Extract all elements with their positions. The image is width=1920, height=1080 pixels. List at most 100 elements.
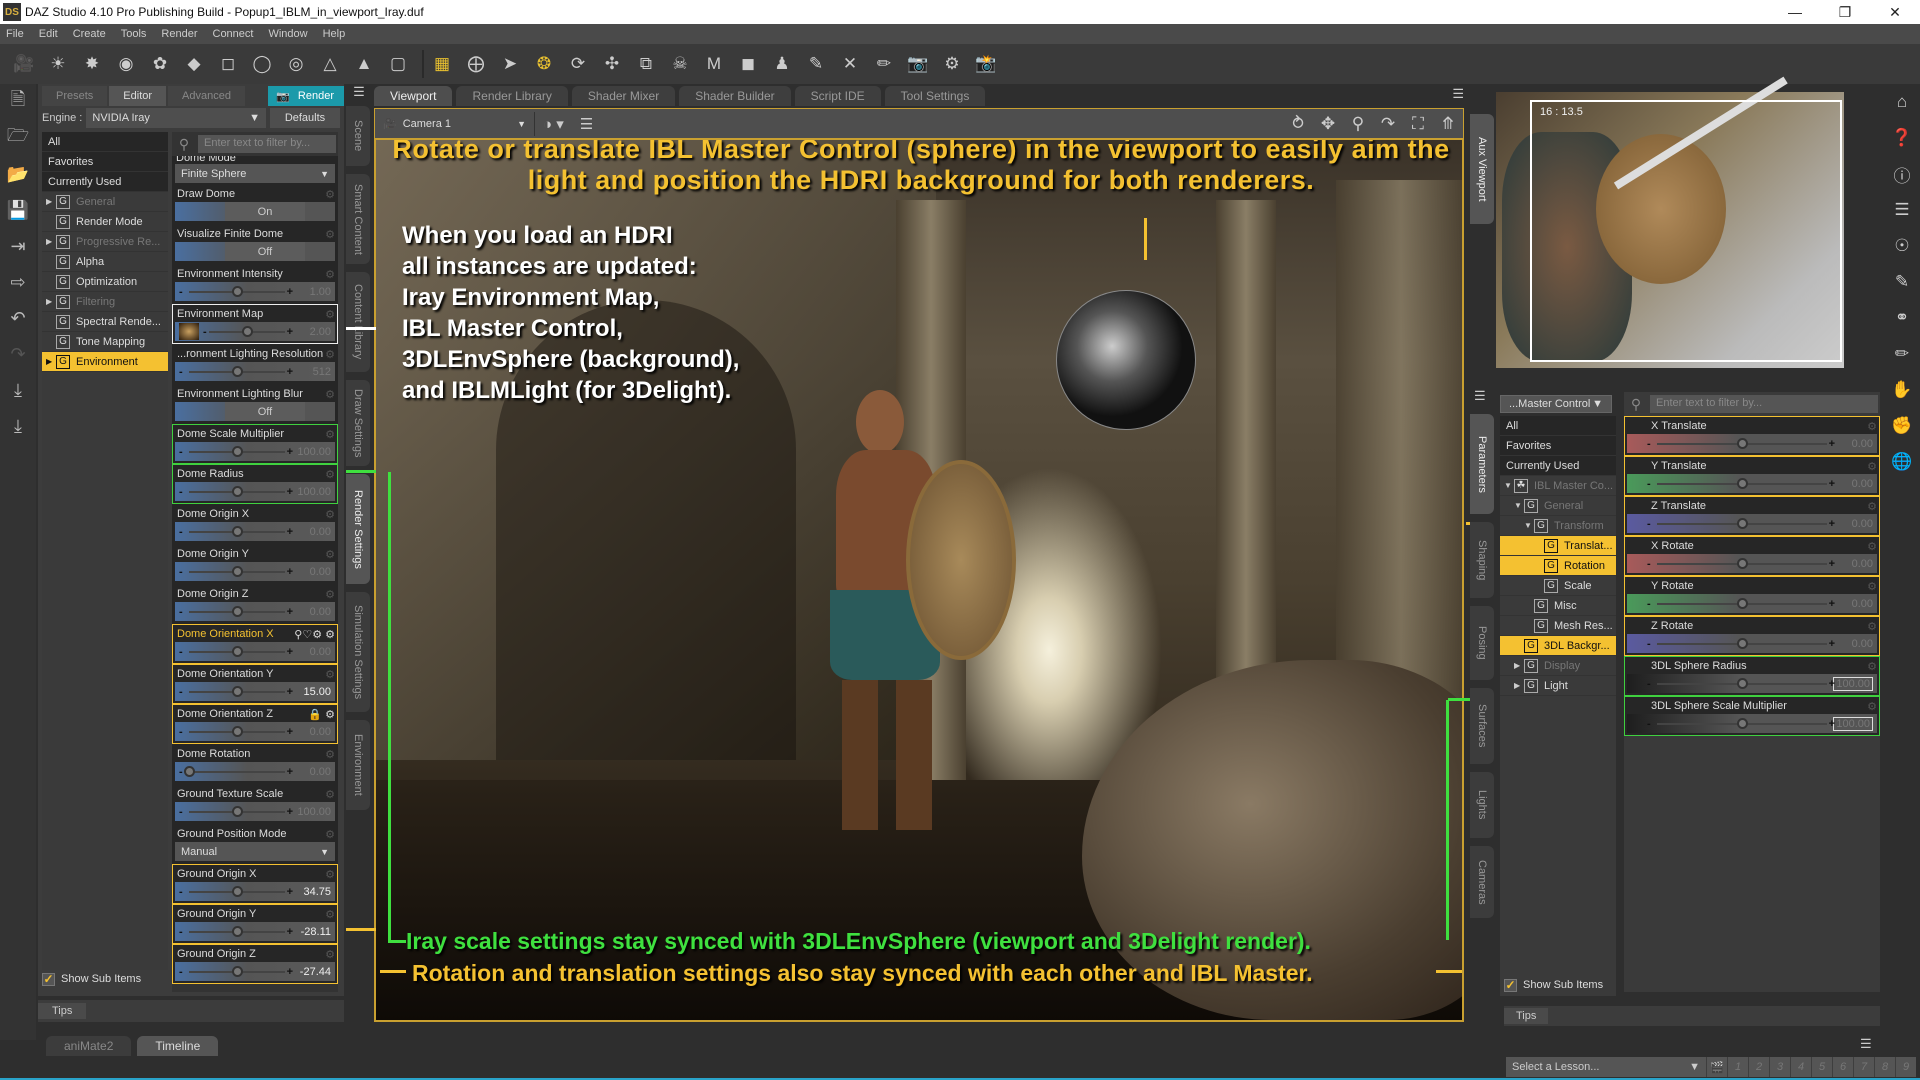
menu-create[interactable]: Create — [71, 28, 108, 40]
daz-home-icon[interactable]: ⌂ — [1884, 84, 1920, 120]
property-slider[interactable]: - +0.00 — [175, 722, 335, 741]
environment-map-thumbnail[interactable] — [179, 323, 199, 340]
gear-icon[interactable]: ⚙ — [325, 588, 335, 601]
property-value[interactable]: 0.00 — [1852, 478, 1873, 490]
decrement-icon[interactable]: - — [1647, 638, 1657, 650]
gear-icon[interactable]: ⚙ — [325, 428, 335, 441]
property-slider[interactable]: - +0.00 — [1627, 634, 1877, 653]
tab-tool-settings[interactable]: Tool Settings — [884, 86, 986, 106]
close-button[interactable]: ✕ — [1870, 0, 1920, 24]
property-slider[interactable]: - +100.00 — [175, 442, 335, 461]
gear-icon[interactable]: ⚙ — [1867, 500, 1877, 513]
lesson-step-button[interactable]: 3 — [1769, 1057, 1790, 1077]
universal-tool-icon[interactable]: ⨁ — [462, 50, 490, 78]
gear-icon[interactable]: ⚙ — [1867, 700, 1877, 713]
group-item[interactable]: All — [1500, 416, 1616, 436]
zoom-icon[interactable]: ⚲ — [1343, 114, 1373, 134]
tab-presets[interactable]: Presets — [42, 86, 108, 106]
new-camera-icon[interactable]: 🎥 — [10, 50, 38, 78]
figure-edit-icon[interactable]: ✎ — [1884, 264, 1920, 300]
new-group-icon[interactable]: ◯ — [248, 50, 276, 78]
group-item[interactable]: ▶ G Display — [1500, 656, 1616, 676]
increment-icon[interactable]: + — [287, 486, 293, 498]
property-value[interactable]: 0.00 — [1852, 558, 1873, 570]
group-item[interactable]: ▶ G Light — [1500, 676, 1616, 696]
group-item[interactable]: ▶ G Environment — [42, 352, 168, 372]
orbit-icon[interactable]: ⥁ — [1283, 114, 1313, 134]
toggle-switch[interactable]: Off — [175, 242, 335, 261]
group-item[interactable]: ▶ G Filtering — [42, 292, 168, 312]
property-slider[interactable]: - +100.00 — [1627, 674, 1877, 693]
gear-icon[interactable]: ⚙ — [325, 908, 335, 921]
layers-icon[interactable]: ☰ — [1884, 192, 1920, 228]
menu-edit[interactable]: Edit — [37, 28, 60, 40]
property-value[interactable]: 0.00 — [310, 646, 331, 658]
dropdown-select[interactable]: Manual ▼ — [175, 842, 335, 861]
decrement-icon[interactable]: - — [179, 926, 189, 938]
group-item[interactable]: G Translat... — [1500, 536, 1616, 556]
open-file-icon[interactable]: 🗁 — [0, 120, 36, 156]
slider-knob[interactable] — [1737, 438, 1748, 449]
property-slider[interactable]: - +2.00 — [175, 322, 335, 341]
active-pose-tool-icon[interactable]: ❂ — [530, 50, 558, 78]
viewport-3d-scene[interactable]: Rotate or translate IBL Master Control (… — [374, 138, 1464, 1022]
shield-prop[interactable] — [906, 460, 1016, 660]
increment-icon[interactable]: + — [1829, 558, 1835, 570]
redo-icon[interactable]: ↷ — [0, 336, 36, 372]
viewport-options-icon[interactable]: ☉ — [1884, 228, 1920, 264]
property-value[interactable]: 0.00 — [310, 606, 331, 618]
increment-icon[interactable]: + — [1829, 478, 1835, 490]
dropdown-select[interactable]: Finite Sphere ▼ — [175, 164, 335, 183]
group-item[interactable]: G Render Mode — [42, 212, 168, 232]
gear-icon[interactable]: ⚙ — [325, 548, 335, 561]
camera-select[interactable]: 🎥 Camera 1 ▼ — [375, 111, 535, 136]
property-value[interactable]: 100.00 — [1833, 716, 1873, 731]
node-link-icon[interactable]: ⚭ — [1884, 300, 1920, 336]
slider-knob[interactable] — [232, 566, 243, 577]
decrement-icon[interactable]: - — [1647, 718, 1657, 730]
slider-knob[interactable] — [232, 646, 243, 657]
import-icon[interactable]: ⇥ — [0, 228, 36, 264]
decrement-icon[interactable]: - — [179, 806, 189, 818]
property-value[interactable]: -27.44 — [300, 966, 331, 978]
group-item[interactable]: G Misc — [1500, 596, 1616, 616]
decrement-icon[interactable]: - — [179, 446, 189, 458]
toggle-switch[interactable]: On — [175, 202, 335, 221]
increment-icon[interactable]: + — [287, 926, 293, 938]
filter-input[interactable]: Enter text to filter by... — [198, 135, 336, 153]
property-slider[interactable]: - +0.00 — [175, 642, 335, 661]
property-value[interactable]: 512 — [313, 366, 331, 378]
side-tab-parameters[interactable]: Parameters — [1470, 414, 1494, 514]
property-value[interactable]: 15.00 — [303, 686, 331, 698]
lesson-step-button[interactable]: 5 — [1811, 1057, 1832, 1077]
slider-knob[interactable] — [1737, 678, 1748, 689]
merge-file-icon[interactable]: 📂 — [0, 156, 36, 192]
defaults-button[interactable]: Defaults — [270, 108, 340, 128]
node-select-menu[interactable]: ...Master Control ▼ — [1500, 395, 1612, 413]
pan-icon[interactable]: ✥ — [1313, 114, 1343, 134]
tab-render-library[interactable]: Render Library — [456, 86, 568, 106]
group-item[interactable]: G Alpha — [42, 252, 168, 272]
expand-arrow-icon[interactable]: ▶ — [46, 297, 56, 306]
gear-icon[interactable]: ⚙ — [325, 748, 335, 761]
gear-icon[interactable]: ⚙ — [1867, 660, 1877, 673]
gear-icon[interactable]: ⚙ — [325, 188, 335, 201]
property-slider[interactable]: - +34.75 — [175, 882, 335, 901]
property-value[interactable]: 0.00 — [1852, 518, 1873, 530]
new-primitive-icon[interactable]: ◆ — [180, 50, 208, 78]
panel-options-icon[interactable]: ☰ — [1452, 86, 1464, 106]
property-slider[interactable]: - + -27.44 — [175, 962, 335, 981]
gear-icon[interactable]: ⚙ — [325, 468, 335, 481]
gear-icon[interactable]: ⚙ — [325, 668, 335, 681]
increment-icon[interactable]: + — [287, 366, 293, 378]
increment-icon[interactable]: + — [1829, 718, 1835, 730]
slider-knob[interactable] — [1737, 518, 1748, 529]
property-value[interactable]: 100.00 — [1833, 676, 1873, 691]
gear-icon[interactable]: ⚙ — [325, 388, 335, 401]
checkbox-checked-icon[interactable]: ✓ — [42, 972, 55, 986]
slider-knob[interactable] — [232, 606, 243, 617]
side-tab-draw-settings[interactable]: Draw Settings — [346, 380, 370, 466]
engine-select[interactable]: NVIDIA Iray ▼ — [86, 108, 266, 128]
expand-arrow-icon[interactable]: ▼ — [1524, 521, 1534, 530]
group-item[interactable]: G 3DL Backgr... — [1500, 636, 1616, 656]
